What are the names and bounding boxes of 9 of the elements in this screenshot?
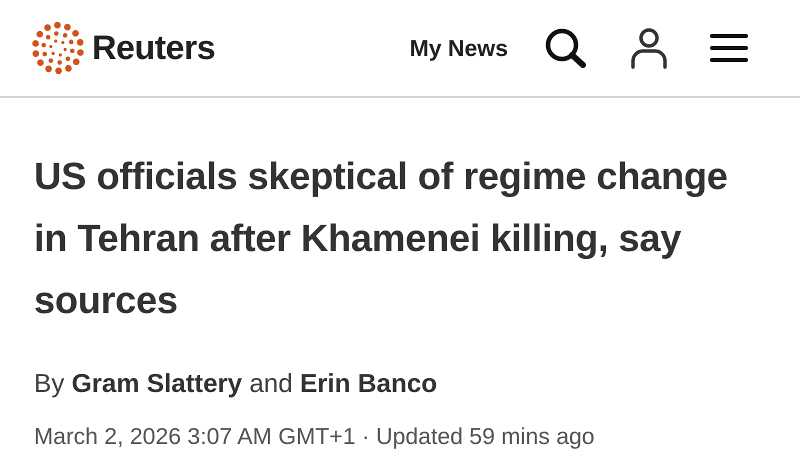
byline: By Gram Slattery and Erin Banco xyxy=(34,368,438,399)
headline: US officials skeptical of regime change in Tehran after Khamenei killing, say sources xyxy=(34,155,729,324)
logo-icon xyxy=(32,22,84,74)
dateline: March 2, 2026 3:07 AM GMT+1 · Updated 59 mins ago xyxy=(34,423,596,450)
search-icon[interactable] xyxy=(544,27,588,69)
my-news-link[interactable]: My News xyxy=(410,34,508,62)
user-icon[interactable] xyxy=(630,27,668,69)
brand-name[interactable]: Reuters xyxy=(92,28,216,68)
menu-icon[interactable] xyxy=(710,33,748,63)
